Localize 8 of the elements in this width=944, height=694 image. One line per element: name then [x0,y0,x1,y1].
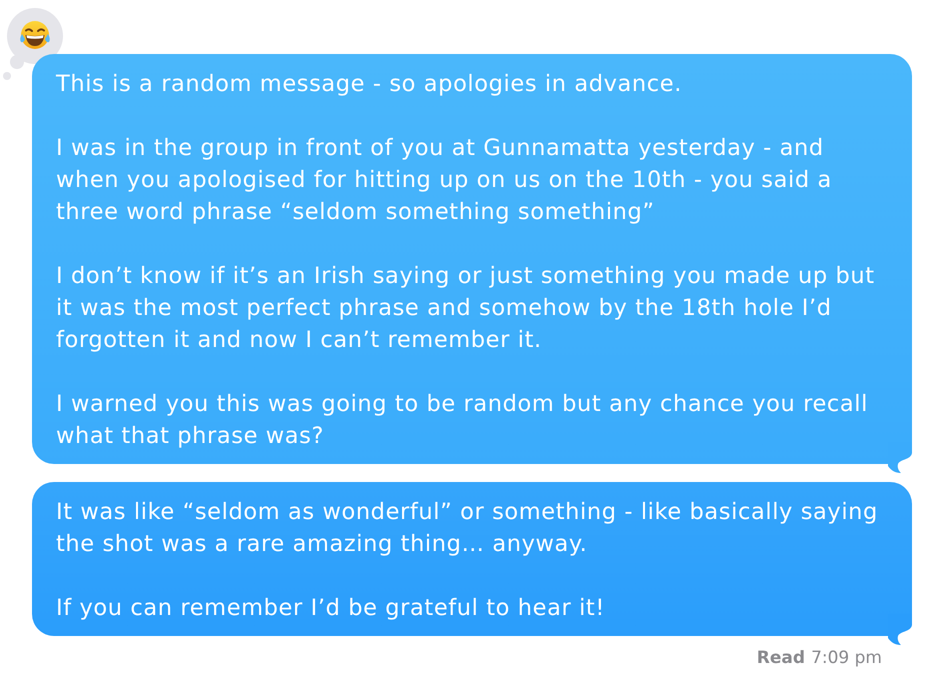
message-text: This is a random message - so apologies in advance. [56,70,683,99]
message-text: I was in the group in front of you at Gunnamatta yesterday - and when you apologised for hitting up on us on the 10th - you said a three word phrase “seldom something something” [56,134,833,227]
message-text: I warned you this was going to be random but any chance you recall what that phrase was? [56,390,869,451]
read-time: 7:09 pm [811,648,882,668]
message-text: It was like “seldom as wonderful” or something - like basically saying the shot was a rare amazing thing… anyway. [56,498,879,559]
message-text: If you can remember I’d be grateful to hear it! [56,594,606,623]
read-status: Read [756,648,806,668]
message-text: I don’t know if it’s an Irish saying or just something you made up but it was the most perfect phrase and somehow by the 18th hole I’d forgotten it and now I can’t remember it. [56,262,876,355]
